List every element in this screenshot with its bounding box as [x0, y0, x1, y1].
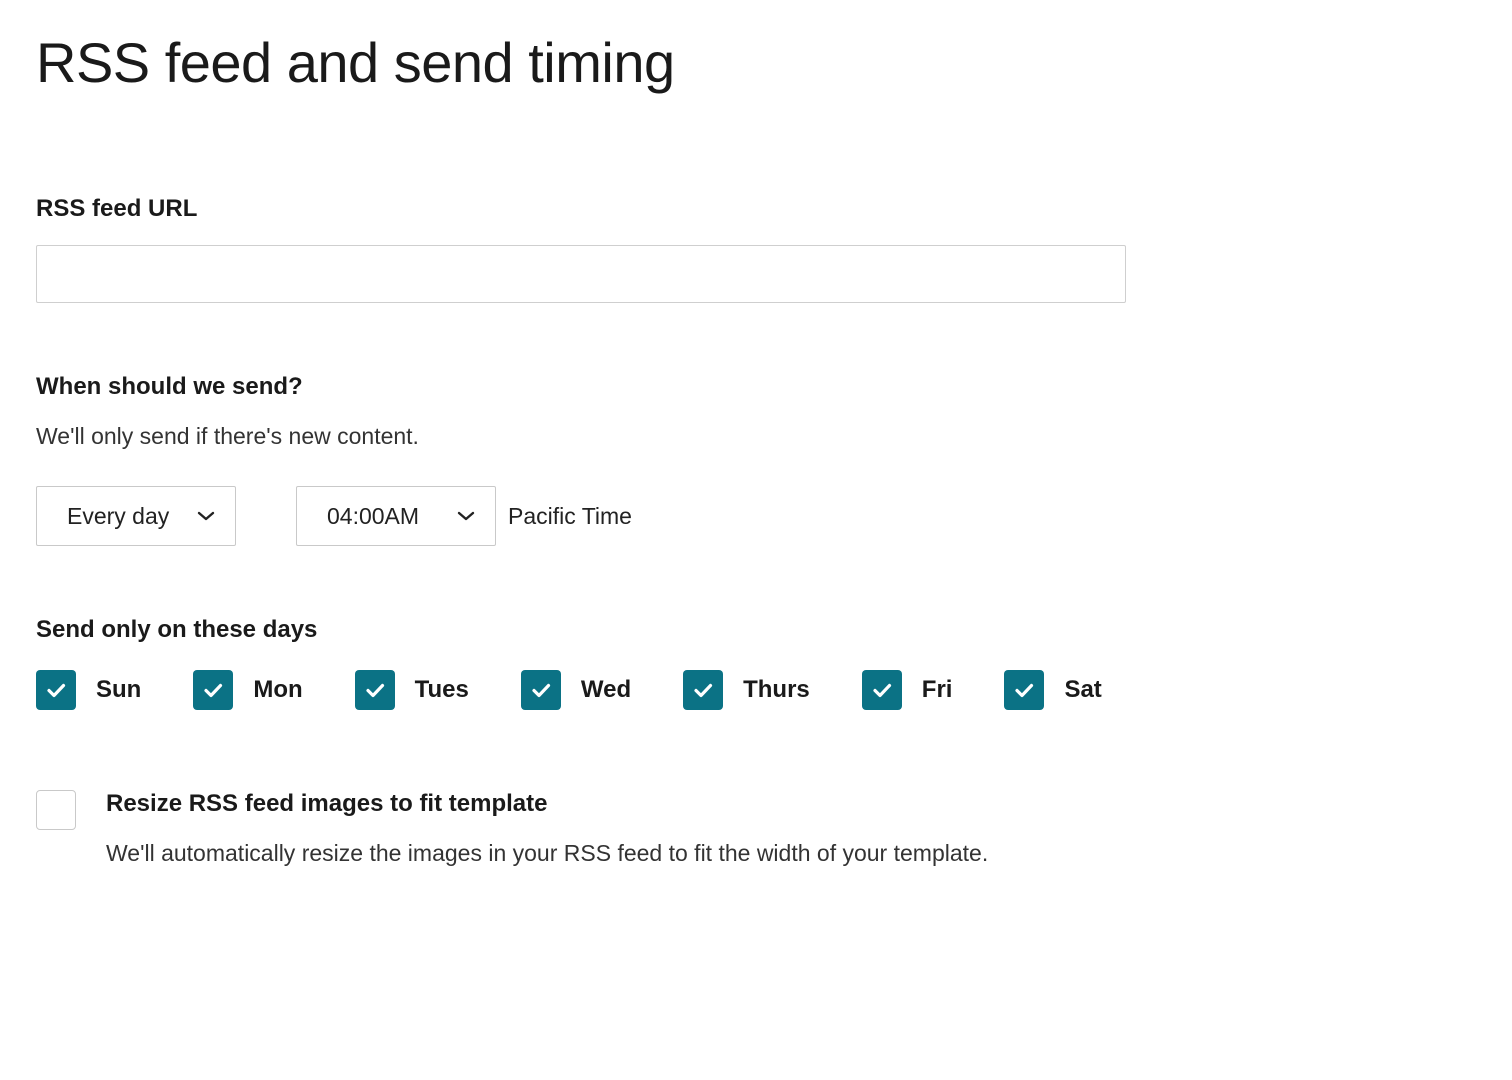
check-icon	[529, 678, 553, 702]
chevron-down-icon	[457, 510, 475, 522]
days-section: Send only on these days Sun Mon Tues Wed	[36, 616, 1476, 710]
frequency-select-value: Every day	[67, 503, 169, 530]
check-icon	[870, 678, 894, 702]
timezone-label: Pacific Time	[508, 503, 632, 530]
day-label-wed: Wed	[581, 676, 631, 704]
days-row: Sun Mon Tues Wed Thurs	[36, 670, 1476, 710]
send-timing-helper: We'll only send if there's new content.	[36, 423, 1476, 450]
day-checkbox-tues[interactable]	[355, 670, 395, 710]
day-item-sat: Sat	[1004, 670, 1101, 710]
check-icon	[201, 678, 225, 702]
chevron-down-icon	[197, 510, 215, 522]
resize-checkbox[interactable]	[36, 790, 76, 830]
resize-title: Resize RSS feed images to fit template	[106, 790, 988, 818]
day-item-mon: Mon	[193, 670, 302, 710]
day-label-sat: Sat	[1064, 676, 1101, 704]
day-item-fri: Fri	[862, 670, 953, 710]
day-label-fri: Fri	[922, 676, 953, 704]
days-heading: Send only on these days	[36, 616, 1476, 644]
check-icon	[363, 678, 387, 702]
send-timing-section: When should we send? We'll only send if …	[36, 373, 1476, 546]
day-label-sun: Sun	[96, 676, 141, 704]
day-label-mon: Mon	[253, 676, 302, 704]
day-checkbox-sat[interactable]	[1004, 670, 1044, 710]
send-timing-heading: When should we send?	[36, 373, 1476, 401]
check-icon	[1012, 678, 1036, 702]
check-icon	[44, 678, 68, 702]
day-checkbox-wed[interactable]	[521, 670, 561, 710]
page-title: RSS feed and send timing	[36, 30, 1476, 95]
send-timing-row: Every day 04:00AM Pacific Time	[36, 486, 1476, 546]
day-item-tues: Tues	[355, 670, 469, 710]
time-select-value: 04:00AM	[327, 503, 419, 530]
day-checkbox-mon[interactable]	[193, 670, 233, 710]
check-icon	[691, 678, 715, 702]
frequency-select[interactable]: Every day	[36, 486, 236, 546]
rss-url-section: RSS feed URL	[36, 195, 1476, 303]
day-item-sun: Sun	[36, 670, 141, 710]
day-item-thurs: Thurs	[683, 670, 810, 710]
resize-section: Resize RSS feed images to fit template W…	[36, 790, 1476, 867]
day-checkbox-fri[interactable]	[862, 670, 902, 710]
rss-url-input[interactable]	[36, 245, 1126, 303]
day-item-wed: Wed	[521, 670, 631, 710]
day-label-tues: Tues	[415, 676, 469, 704]
time-select[interactable]: 04:00AM	[296, 486, 496, 546]
day-label-thurs: Thurs	[743, 676, 810, 704]
resize-description: We'll automatically resize the images in…	[106, 840, 988, 867]
day-checkbox-thurs[interactable]	[683, 670, 723, 710]
rss-url-label: RSS feed URL	[36, 195, 1476, 223]
day-checkbox-sun[interactable]	[36, 670, 76, 710]
resize-text-block: Resize RSS feed images to fit template W…	[106, 790, 988, 867]
